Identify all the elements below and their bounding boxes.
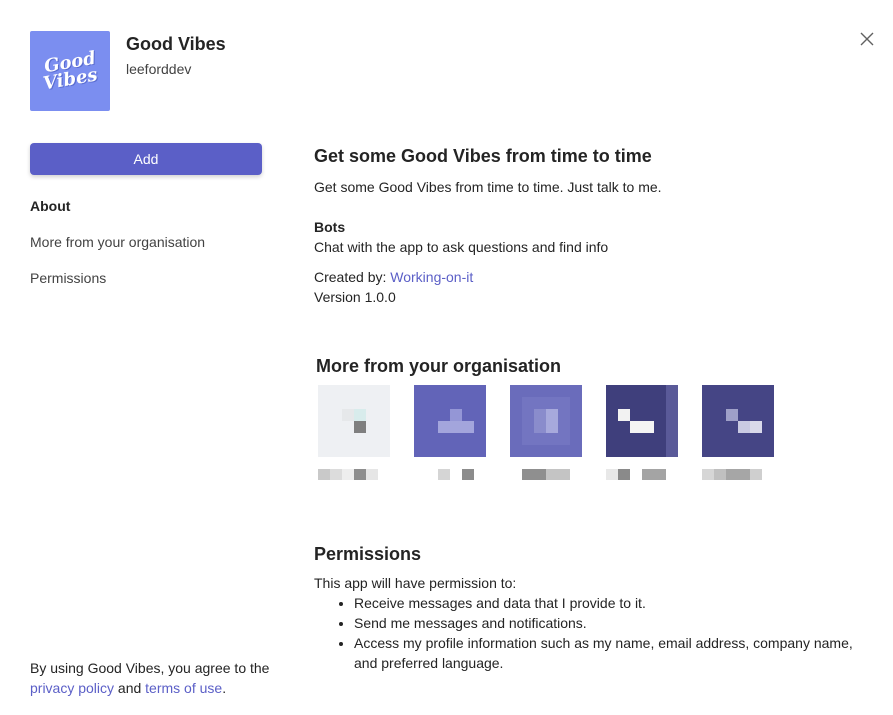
- org-app-tile[interactable]: [702, 385, 774, 457]
- org-app-tile[interactable]: [414, 385, 486, 457]
- permissions-intro: This app will have permission to:: [314, 575, 517, 591]
- permission-item: Receive messages and data that I provide…: [354, 593, 864, 613]
- org-app-label: [414, 469, 510, 480]
- nav-item-more-from-org[interactable]: More from your organisation: [30, 234, 205, 270]
- org-app-tile[interactable]: [318, 385, 390, 457]
- nav-item-about[interactable]: About: [30, 198, 205, 234]
- org-app-label: [702, 469, 798, 480]
- bots-heading: Bots: [314, 219, 346, 235]
- bots-text: Chat with the app to ask questions and f…: [314, 239, 609, 255]
- permission-item: Access my profile information such as my…: [354, 633, 864, 673]
- more-from-org-title: More from your organisation: [316, 356, 562, 376]
- privacy-policy-link[interactable]: privacy policy: [30, 680, 114, 696]
- created-by-link[interactable]: Working-on-it: [390, 269, 473, 285]
- nav-item-permissions[interactable]: Permissions: [30, 270, 205, 306]
- org-apps-tiles: [318, 385, 798, 480]
- consent-and: and: [117, 680, 142, 696]
- org-app-tile[interactable]: [510, 385, 582, 457]
- permissions-title: Permissions: [314, 544, 422, 564]
- about-section: Get some Good Vibes from time to time Ge…: [314, 146, 874, 307]
- created-by-label: Created by:: [314, 269, 387, 285]
- org-app-label: [510, 469, 606, 480]
- side-nav: About More from your organisation Permis…: [30, 198, 205, 306]
- org-app-label: [606, 469, 702, 480]
- permission-item: Send me messages and notifications.: [354, 613, 864, 633]
- app-logo: Good Vibes: [30, 31, 110, 111]
- consent-prefix: By using Good Vibes, you agree to the: [30, 660, 270, 676]
- app-developer: leeforddev: [126, 61, 192, 77]
- version-text: Version 1.0.0: [314, 289, 396, 305]
- created-by: Created by: Working-on-it: [314, 267, 874, 287]
- consent-suffix: .: [222, 680, 227, 696]
- add-button[interactable]: Add: [30, 143, 262, 175]
- about-headline: Get some Good Vibes from time to time: [314, 146, 652, 166]
- org-app-tile[interactable]: [606, 385, 678, 457]
- close-icon[interactable]: [856, 28, 878, 50]
- consent-text: By using Good Vibes, you agree to the pr…: [30, 658, 270, 698]
- org-app-label: [318, 469, 414, 480]
- about-description: Get some Good Vibes from time to time. J…: [314, 179, 662, 195]
- terms-of-use-link[interactable]: terms of use: [145, 680, 222, 696]
- permissions-list: Receive messages and data that I provide…: [336, 593, 864, 673]
- app-name: Good Vibes: [126, 34, 226, 54]
